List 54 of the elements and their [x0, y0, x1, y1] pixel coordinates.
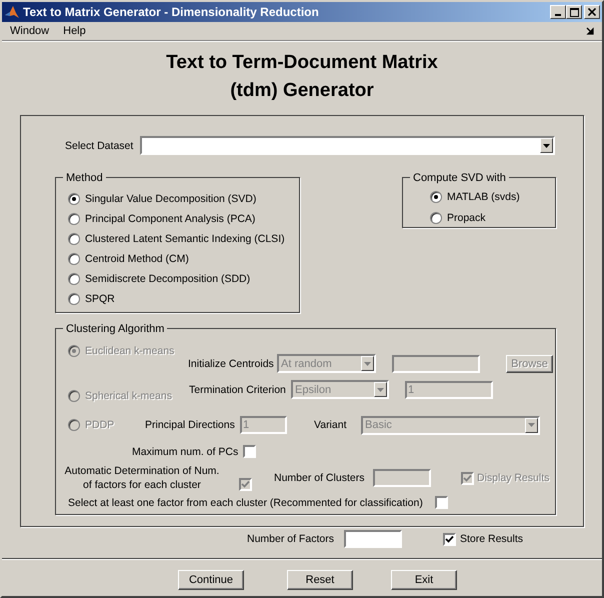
radio-button[interactable]	[430, 190, 442, 202]
field-label: Select Dataset	[65, 140, 134, 152]
maximize-button[interactable]	[566, 5, 582, 19]
field-label: Principal Directions	[145, 419, 236, 431]
menu-item[interactable]: Help	[61, 25, 92, 37]
field-label: Variant	[314, 419, 348, 431]
group-title: Clustering Algorithm	[63, 322, 168, 336]
radio-label: SPQR	[85, 293, 115, 305]
heading: (tdm) Generator	[230, 79, 374, 103]
radio-button[interactable]	[68, 193, 80, 205]
minimize-button[interactable]	[550, 5, 566, 19]
action-button[interactable]: Continue	[178, 570, 244, 590]
checkbox-label: Automatic Determination of Num.	[64, 464, 220, 478]
radio-label: Semidiscrete Decomposition (SDD)	[85, 273, 250, 285]
dock-arrow-icon[interactable]	[586, 27, 594, 35]
action-button[interactable]: Reset	[287, 570, 353, 590]
factors-field[interactable]	[344, 530, 402, 548]
field-label: Termination Criterion	[189, 384, 287, 396]
window-title: Text to Matrix Generator - Dimensionality Reduction	[23, 5, 319, 19]
radio-label: Euclidean k-means	[85, 345, 174, 357]
radio-button[interactable]	[68, 273, 80, 285]
radio-button[interactable]	[68, 213, 80, 225]
field-label: Number of Factors	[247, 533, 335, 545]
app-icon	[4, 4, 20, 20]
radio-label: Centroid Method (CM)	[85, 253, 189, 265]
heading: Text to Term-Document Matrix	[166, 51, 438, 75]
close-button[interactable]	[584, 5, 600, 19]
path-field[interactable]	[392, 354, 480, 372]
dataset-dropdown[interactable]	[140, 136, 555, 155]
checkbox-label: Store Results	[460, 533, 524, 545]
radio-button[interactable]	[68, 253, 80, 265]
radio-label: Propack	[447, 212, 486, 224]
action-button[interactable]: Exit	[391, 570, 457, 590]
checkbox[interactable]	[443, 532, 456, 546]
radio-button[interactable]	[430, 212, 442, 224]
maximize-icon	[570, 8, 578, 16]
menu-item[interactable]: Window	[8, 25, 56, 37]
checkbox-label: Select at least one factor from each cluster (Recommented for classification)	[68, 496, 423, 508]
checkbox-label: of factors for each cluster	[83, 478, 201, 492]
radio-label: Clustered Latent Semantic Indexing (CLSI)	[85, 233, 285, 245]
group-title: Compute SVD with	[410, 171, 509, 185]
radio-label: Spherical k-means	[85, 390, 172, 402]
checkbox-label: Maximum num. of PCs	[132, 446, 238, 458]
radio-label: Singular Value Decomposition (SVD)	[85, 193, 256, 205]
radio-label: Principal Component Analysis (PCA)	[85, 213, 256, 225]
field-label: Initialize Centroids	[188, 358, 275, 370]
radio-label: PDDP	[85, 419, 114, 431]
clusters-field[interactable]	[373, 469, 431, 487]
radio-label: MATLAB (svds)	[447, 190, 520, 202]
field-label: Number of Clusters	[274, 472, 366, 484]
checkbox-label: Display Results	[477, 472, 550, 484]
radio-button[interactable]	[68, 293, 80, 305]
radio-button[interactable]	[68, 233, 80, 245]
close-icon	[588, 8, 596, 16]
